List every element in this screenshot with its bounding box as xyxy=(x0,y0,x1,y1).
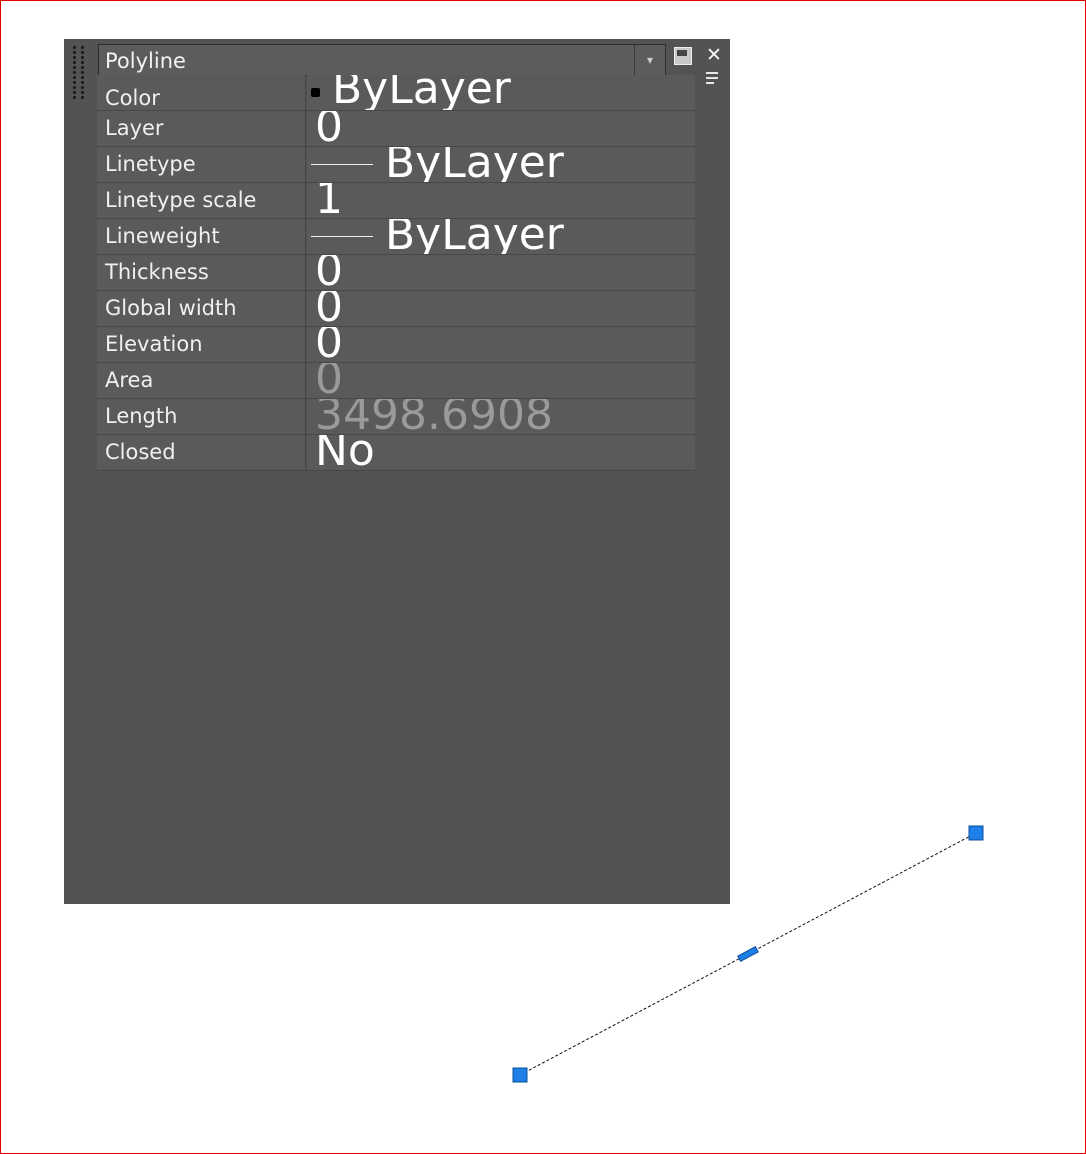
start-grip[interactable] xyxy=(512,1067,528,1083)
end-grip[interactable] xyxy=(968,825,984,841)
midpoint-grip[interactable] xyxy=(737,945,759,963)
drawing-canvas xyxy=(512,825,984,1083)
